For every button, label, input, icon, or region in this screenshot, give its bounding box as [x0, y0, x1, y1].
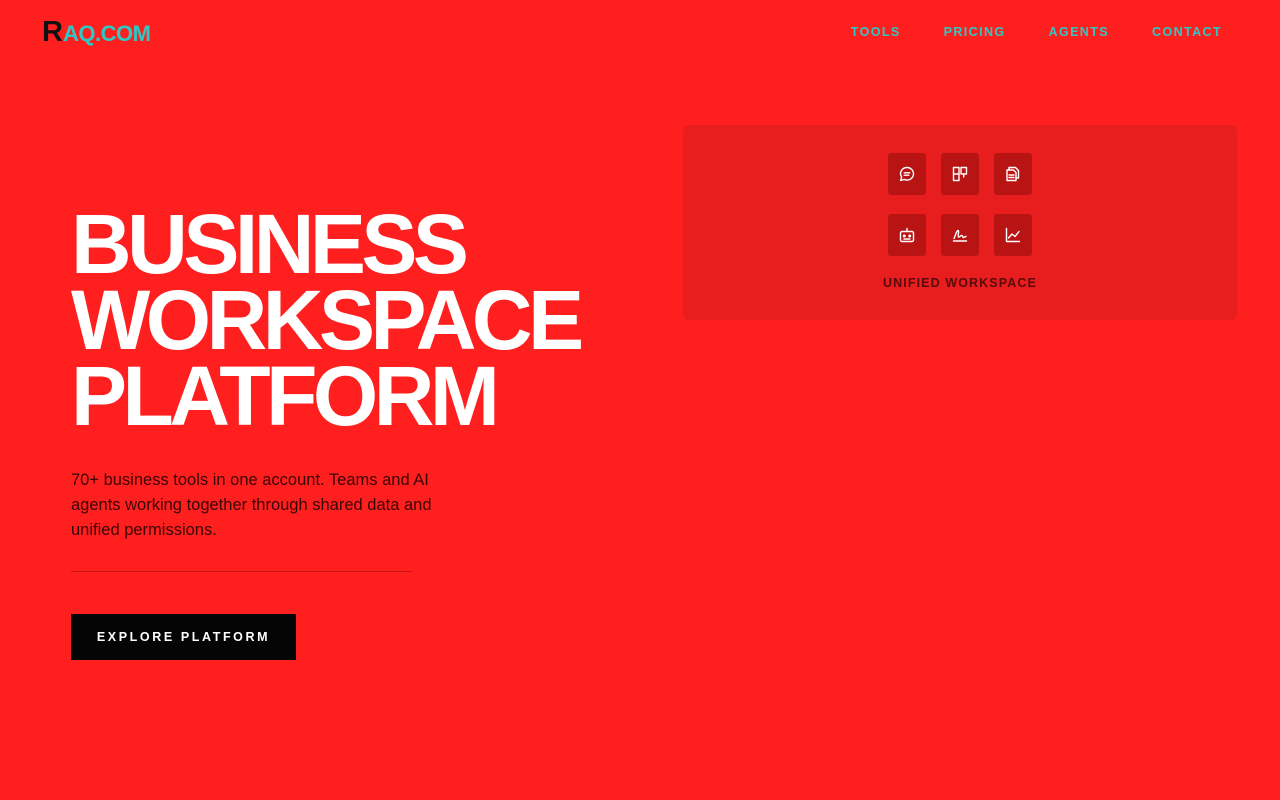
tool-icon-grid	[888, 153, 1032, 256]
robot-icon	[899, 227, 915, 243]
divider	[71, 571, 412, 572]
logo-text: AQ.COM	[62, 21, 151, 46]
tool-tile-signature[interactable]	[941, 214, 979, 256]
tool-tile-robot[interactable]	[888, 214, 926, 256]
hero-title-line: BUSINESS	[71, 197, 469, 291]
chart-icon	[1005, 227, 1021, 243]
tool-tile-chat[interactable]	[888, 153, 926, 195]
kanban-icon	[952, 166, 968, 182]
tool-tile-chart[interactable]	[994, 214, 1032, 256]
nav-pricing[interactable]: PRICING	[944, 24, 1006, 40]
documents-icon	[1006, 166, 1020, 182]
nav-tools[interactable]: TOOLS	[851, 24, 901, 40]
hero-title: BUSINESS WORKSPACE PLATFORM	[71, 197, 671, 443]
hero-description: 70+ business tools in one account. Teams…	[71, 471, 432, 539]
hero-title-line: WORKSPACE	[71, 273, 584, 367]
tool-tile-kanban[interactable]	[941, 153, 979, 195]
logo-mark: R	[42, 16, 63, 48]
landing-page: R AQ.COM TOOLS PRICING AGENTS CONTACT BU…	[0, 0, 1280, 800]
top-nav: TOOLS PRICING AGENTS CONTACT	[808, 24, 1222, 40]
workspace-label: UNIFIED WORKSPACE	[883, 276, 1037, 290]
logo[interactable]: R AQ.COM	[42, 16, 151, 48]
nav-agents[interactable]: AGENTS	[1049, 24, 1110, 40]
workspace-card: UNIFIED WORKSPACE	[683, 125, 1237, 320]
hero-title-line: PLATFORM	[71, 349, 500, 443]
signature-icon	[952, 229, 968, 242]
chat-icon	[899, 166, 915, 182]
explore-platform-button[interactable]: EXPLORE PLATFORM	[71, 614, 296, 660]
tool-tile-documents[interactable]	[994, 153, 1032, 195]
nav-contact[interactable]: CONTACT	[1152, 24, 1222, 40]
